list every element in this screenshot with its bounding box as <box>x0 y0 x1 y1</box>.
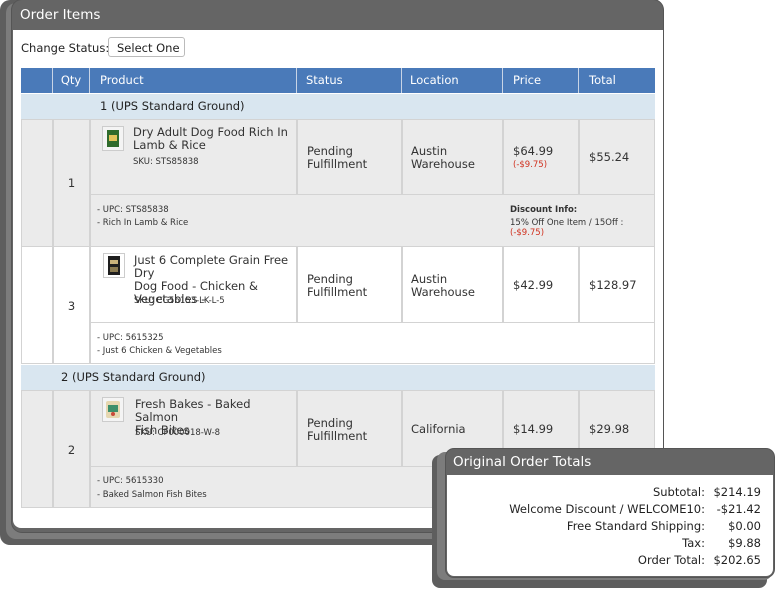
qty-cell: 2 <box>53 390 90 508</box>
product-name[interactable]: Dry Adult Dog Food Rich In Lamb & Rice <box>133 126 288 152</box>
item-details-row: - UPC: 5615325 - Just 6 Chicken & Vegeta… <box>90 322 655 364</box>
row-select-cell[interactable] <box>21 119 53 247</box>
total-value: $29.98 <box>589 422 630 436</box>
header-status[interactable]: Status <box>297 68 402 93</box>
totals-body: Subtotal: $214.19 Welcome Discount / WEL… <box>447 475 773 576</box>
price-cell: $64.99 (-$9.75) <box>503 119 579 195</box>
header-location[interactable]: Location <box>402 68 503 93</box>
header-total[interactable]: Total <box>579 68 655 93</box>
discount-info-amount: (-$9.75) <box>510 228 545 238</box>
location-value: Austin Warehouse <box>411 272 475 299</box>
product-cell: Dry Adult Dog Food Rich In Lamb & Rice S… <box>90 119 297 195</box>
total-value: $128.97 <box>589 278 637 292</box>
qty-cell: 3 <box>53 246 90 364</box>
discount-value: -$21.42 <box>716 502 761 516</box>
price-value: $64.99 <box>513 144 554 158</box>
totals-title: Original Order Totals <box>453 454 592 470</box>
product-image-lamb-rice[interactable] <box>102 126 124 151</box>
item-upc: - UPC: 5615330 <box>97 476 164 486</box>
panel-title: Order Items <box>20 7 101 23</box>
order-total-value: $202.65 <box>713 553 761 567</box>
item-details-row: - UPC: STS85838 - Rich In Lamb & Rice Di… <box>90 194 655 247</box>
location-value: California <box>411 422 466 436</box>
product-cell: Fresh Bakes - Baked Salmon Fish Bites SK… <box>90 390 297 467</box>
shipment-group-label: 2 (UPS Standard Ground) <box>61 370 206 384</box>
status-value: Pending Fulfillment <box>307 272 368 299</box>
product-cell: Just 6 Complete Grain Free Dry Dog Food … <box>90 246 297 323</box>
qty-value: 3 <box>67 299 76 313</box>
item-detail: - Rich In Lamb & Rice <box>97 218 189 228</box>
price-value: $14.99 <box>513 422 554 436</box>
shipment-group-row: 2 (UPS Standard Ground) <box>21 365 655 390</box>
change-status-select[interactable]: Select One <box>108 37 185 57</box>
row-select-cell[interactable] <box>21 390 53 508</box>
header-price[interactable]: Price <box>503 68 579 93</box>
shipping-value: $0.00 <box>728 519 761 533</box>
shipping-label: Free Standard Shipping: <box>566 519 705 533</box>
item-upc: - UPC: 5615325 <box>97 333 164 343</box>
product-image-salmon-bites[interactable] <box>102 397 124 422</box>
order-total-label: Order Total: <box>637 553 705 567</box>
discount-info-title: Discount Info: <box>510 205 578 215</box>
shipment-group-label: 1 (UPS Standard Ground) <box>100 99 245 113</box>
header-select-column <box>21 68 53 93</box>
price-discount: (-$9.75) <box>513 160 548 170</box>
total-cell: $55.24 <box>579 119 655 195</box>
discount-label: Welcome Discount / WELCOME10: <box>509 502 705 516</box>
product-sku: SKU: CF000018-W-8 <box>135 428 221 438</box>
status-cell: Pending Fulfillment <box>297 390 402 467</box>
change-status-label: Change Status: <box>21 41 110 55</box>
header-product[interactable]: Product <box>90 68 297 93</box>
shipment-group-row: 1 (UPS Standard Ground) <box>21 94 655 119</box>
price-value: $42.99 <box>513 278 554 292</box>
product-sku: SKU: CG56153-LK-L-5 <box>134 296 225 306</box>
row-select-cell[interactable] <box>21 246 53 364</box>
total-value: $55.24 <box>589 150 630 164</box>
total-cell: $128.97 <box>579 246 655 323</box>
subtotal-label: Subtotal: <box>652 485 705 499</box>
item-detail: - Baked Salmon Fish Bites <box>97 490 207 500</box>
qty-value: 1 <box>67 176 76 190</box>
subtotal-value: $214.19 <box>713 485 761 499</box>
product-image-just6[interactable] <box>103 253 125 278</box>
header-qty[interactable]: Qty <box>53 68 90 93</box>
status-value: Pending Fulfillment <box>307 416 368 443</box>
tax-value: $9.88 <box>728 536 761 550</box>
location-cell: Austin Warehouse <box>402 246 503 323</box>
qty-value: 2 <box>67 443 76 457</box>
status-cell: Pending Fulfillment <box>297 246 402 323</box>
status-cell: Pending Fulfillment <box>297 119 402 195</box>
tax-label: Tax: <box>682 536 705 550</box>
location-cell: Austin Warehouse <box>402 119 503 195</box>
product-sku: SKU: STS85838 <box>133 157 199 167</box>
item-upc: - UPC: STS85838 <box>97 205 169 215</box>
qty-cell: 1 <box>53 119 90 247</box>
price-cell: $42.99 <box>503 246 579 323</box>
status-value: Pending Fulfillment <box>307 144 368 171</box>
item-detail: - Just 6 Chicken & Vegetables <box>97 346 222 356</box>
location-value: Austin Warehouse <box>411 144 475 171</box>
